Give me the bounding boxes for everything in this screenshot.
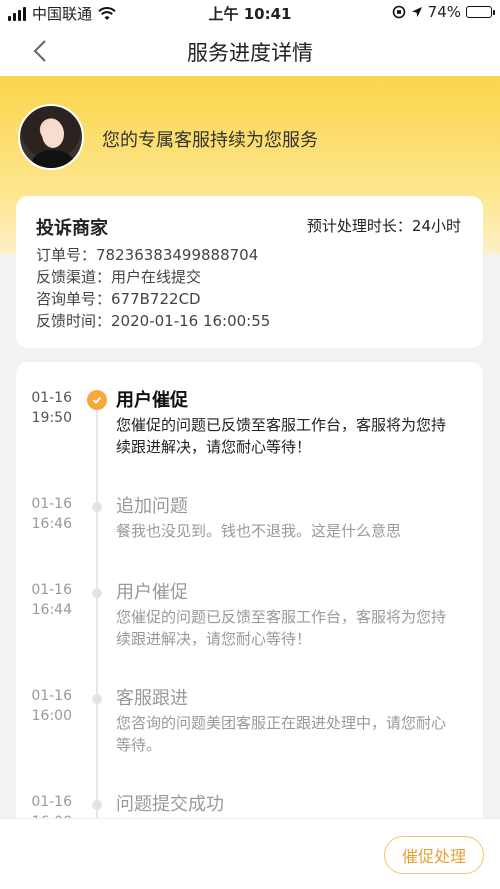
battery-icon xyxy=(466,6,495,18)
service-message: 您的专属客服持续为您服务 xyxy=(102,130,318,151)
feedback-time-label: 反馈时间： xyxy=(36,312,112,330)
order-number-value: 78236383499888704 xyxy=(96,246,259,264)
progress-timeline: 01-16 19:50 用户催促 您催促的问题已反馈至客服工作台，客服将为您持续… xyxy=(16,362,483,832)
timeline-date: 01-16 xyxy=(31,496,72,512)
bottom-bar: 催促处理 xyxy=(0,818,500,889)
timeline-date: 01-16 xyxy=(31,390,72,406)
feedback-channel-value: 用户在线提交 xyxy=(111,268,202,286)
complaint-type: 投诉商家 xyxy=(36,218,108,239)
timeline-desc: 餐我也没见到。钱也不退我。这是什么意思 xyxy=(116,522,402,540)
timeline-title: 客服跟进 xyxy=(116,688,188,709)
timeline-dot xyxy=(92,502,102,512)
feedback-time-value: 2020-01-16 16:00:55 xyxy=(111,312,271,330)
eta: 预计处理时长：24小时 xyxy=(307,215,461,236)
timeline-dot xyxy=(92,800,102,810)
timeline-dot xyxy=(92,694,102,704)
timeline-title: 追加问题 xyxy=(116,496,188,517)
timeline-desc: 您催促的问题已反馈至客服工作台，客服将为您持续跟进解决，请您耐心等待！ xyxy=(116,608,447,648)
feedback-time-row: 反馈时间：2020-01-16 16:00:55 xyxy=(36,310,270,332)
inquiry-number-row: 咨询单号：677B722CD xyxy=(36,288,270,310)
timeline-time: 16:46 xyxy=(31,516,72,532)
agent-avatar xyxy=(18,104,84,170)
timeline-time: 16:00 xyxy=(31,708,72,724)
page-title: 服务进度详情 xyxy=(187,41,313,65)
timeline-title: 问题提交成功 xyxy=(116,794,224,815)
eta-label: 预计处理时长： xyxy=(306,217,412,235)
urge-button[interactable]: 催促处理 xyxy=(384,836,484,874)
inquiry-number-label: 咨询单号： xyxy=(36,290,112,308)
order-number-label: 订单号： xyxy=(36,246,97,264)
battery-percent: 74% xyxy=(427,3,461,21)
timeline-dot xyxy=(92,588,102,598)
timeline-title: 用户催促 xyxy=(116,390,188,411)
timeline-time: 16:44 xyxy=(31,602,72,618)
timeline-date: 01-16 xyxy=(31,794,72,810)
orientation-lock-icon xyxy=(392,5,405,19)
order-number-row: 订单号：78236383499888704 xyxy=(36,244,270,266)
eta-value: 24小时 xyxy=(411,217,461,235)
check-icon xyxy=(87,390,107,410)
timeline-desc: 您催促的问题已反馈至客服工作台，客服将为您持续跟进解决，请您耐心等待！ xyxy=(116,416,447,456)
timeline-time: 19:50 xyxy=(31,410,72,426)
status-bar: 中国联通 上午 10:41 74% xyxy=(0,0,500,26)
timeline-date: 01-16 xyxy=(31,582,72,598)
nav-bar: 服务进度详情 xyxy=(0,26,500,76)
complaint-info-card: 投诉商家 预计处理时长：24小时 订单号：78236383499888704 反… xyxy=(16,196,483,348)
feedback-channel-label: 反馈渠道： xyxy=(36,268,112,286)
timeline-title: 用户催促 xyxy=(116,582,188,603)
timeline-date: 01-16 xyxy=(31,688,72,704)
feedback-channel-row: 反馈渠道：用户在线提交 xyxy=(36,266,270,288)
inquiry-number-value: 677B722CD xyxy=(111,290,201,308)
location-icon xyxy=(411,7,422,17)
timeline-desc: 您咨询的问题美团客服正在跟进处理中，请您耐心等待。 xyxy=(116,714,447,754)
timeline-line xyxy=(96,408,98,832)
